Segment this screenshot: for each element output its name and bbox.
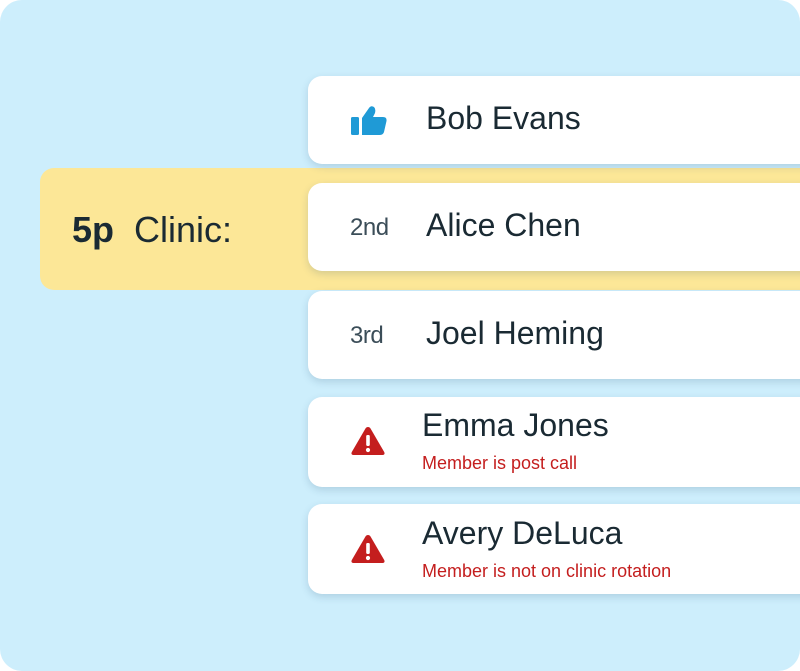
warning-message: Member is not on clinic rotation: [422, 561, 672, 581]
rank-badge: 3rd: [350, 321, 406, 351]
member-card-alice-chen[interactable]: 2nd Alice Chen: [308, 183, 800, 271]
member-name: Alice Chen: [426, 207, 581, 243]
slot-title: Clinic:: [134, 209, 233, 250]
member-name: Joel Heming: [426, 315, 604, 351]
rank-label: 3rd: [350, 322, 384, 349]
rank-label: 2nd: [350, 214, 389, 241]
warning-message: Member is post call: [422, 453, 578, 473]
rank-badge: 2nd: [350, 213, 406, 243]
member-name: Emma Jones: [422, 407, 609, 443]
member-card-avery-deluca[interactable]: Avery DeLuca Member is not on clinic rot…: [308, 504, 800, 594]
warning-icon: [350, 533, 406, 565]
member-card-emma-jones[interactable]: Emma Jones Member is post call: [308, 397, 800, 487]
clinic-slot-label: 5p Clinic:: [72, 206, 232, 254]
thumbs-up-icon: [350, 104, 406, 138]
member-card-joel-heming[interactable]: 3rd Joel Heming: [308, 291, 800, 379]
member-name: Bob Evans: [426, 100, 581, 136]
schedule-panel: 5p Clinic: Bob Evans 2nd Alice Chen 3rd J…: [0, 0, 800, 671]
member-card-bob-evans[interactable]: Bob Evans: [308, 76, 800, 164]
member-name: Avery DeLuca: [422, 515, 623, 551]
warning-icon: [350, 425, 406, 457]
slot-time: 5p: [72, 209, 115, 250]
